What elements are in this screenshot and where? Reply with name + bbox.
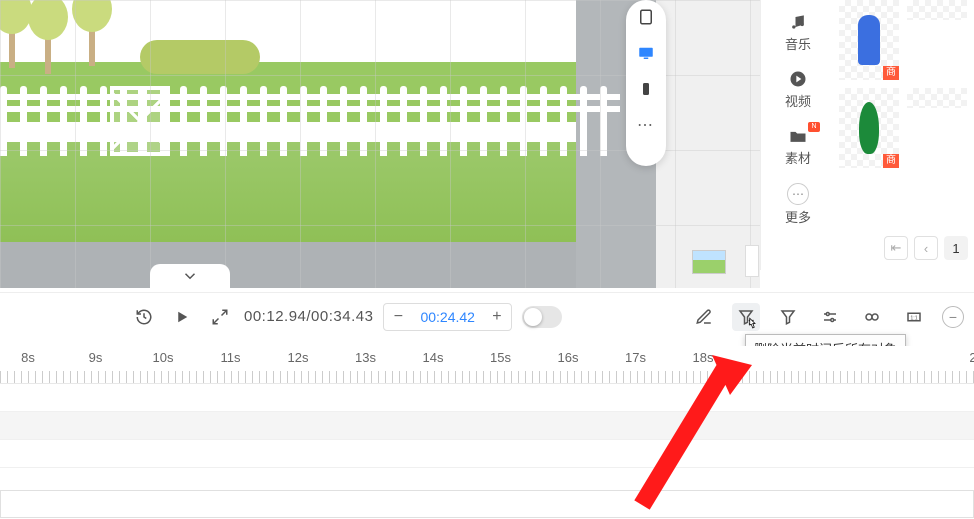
link-button[interactable] [858,303,886,331]
collapse-tab[interactable] [150,264,230,288]
nav-material-label: 素材 [785,148,811,167]
timeline-track[interactable] [0,384,974,412]
timeline-toolbar: 00:12.94/00:34.43 − 00:24.42 + 1:1 − [0,292,974,340]
time-display: 00:12.94/00:34.43 [244,308,373,325]
expand-icon [211,308,229,326]
asset-item[interactable]: 商 [839,88,899,168]
zoom-out-button[interactable]: − [384,303,412,331]
nav-video-label: 视频 [785,91,811,110]
device-desktop[interactable] [635,42,657,64]
ruler-label: 18s [693,350,714,365]
pager: ⇤ ‹ 1 [884,236,968,260]
ruler-label: 2 [969,350,974,365]
nav-video[interactable]: 视频 [768,63,828,116]
edit-icon [695,308,713,326]
timeline-track[interactable] [0,490,974,518]
ruler-label: 8s [21,350,35,365]
ruler-label: 9s [89,350,103,365]
nav-music-label: 音乐 [785,34,811,53]
timeline-ruler[interactable]: 8s 9s 10s 11s 12s 13s 14s 15s 16s 17s 18s 2 [0,346,974,384]
scene-thumbnail[interactable] [692,250,726,274]
play-circle-icon [788,69,808,89]
nav-more-label: 更多 [785,207,811,226]
asset-panel: 音乐 视频 N 素材 ⋯ 更多 商 商 [760,0,974,270]
zoom-value: 00:24.42 [412,309,483,325]
filter-button[interactable] [774,303,802,331]
edit-button[interactable] [690,303,718,331]
chevron-down-icon [181,267,199,285]
filter-icon [779,308,797,326]
folder-icon [788,126,808,146]
device-mobile[interactable] [635,78,657,100]
ruler-label: 11s [221,350,241,365]
ruler-label: 17s [625,350,646,365]
asset-tag: 商 [883,154,899,168]
ratio-button[interactable]: 1:1 [900,303,928,331]
nav-more[interactable]: ⋯ 更多 [768,177,828,232]
play-icon [173,308,191,326]
ratio-icon: 1:1 [905,308,923,326]
settings-button[interactable] [816,303,844,331]
zoom-out-circle[interactable]: − [942,306,964,328]
pager-first[interactable]: ⇤ [884,236,908,260]
timeline-track[interactable] [0,440,974,468]
scene-thumbnail-slot[interactable] [745,245,759,277]
device-tablet[interactable] [635,6,657,28]
ruler-label: 12s [288,350,309,365]
ruler-ticks [0,371,974,383]
nav-material[interactable]: N 素材 [768,120,828,173]
link-icon [863,308,881,326]
ruler-label: 13s [355,350,376,365]
asset-grid: 商 商 [835,0,974,270]
asset-item[interactable] [907,88,967,108]
asset-tag: 商 [883,66,899,80]
timeline-track[interactable] [0,412,974,440]
ruler-label: 10s [153,350,174,365]
history-icon [135,308,153,326]
device-more[interactable]: ⋯ [635,114,657,136]
ruler-label: 15s [490,350,511,365]
play-button[interactable] [168,303,196,331]
ruler-label: 14s [423,350,444,365]
music-icon [788,12,808,32]
zoom-in-button[interactable]: + [483,303,511,331]
panel-nav: 音乐 视频 N 素材 ⋯ 更多 [761,0,835,270]
asset-item[interactable]: 商 [839,0,899,80]
history-button[interactable] [130,303,158,331]
pager-prev[interactable]: ‹ [914,236,938,260]
sliders-icon [821,308,839,326]
nav-music[interactable]: 音乐 [768,6,828,59]
zoom-control: − 00:24.42 + [383,303,512,331]
new-badge: N [808,122,820,132]
pager-current: 1 [944,236,968,260]
more-icon: ⋯ [787,183,809,205]
asset-item[interactable] [907,0,967,20]
filter-remove-icon [737,308,755,326]
ruler-label: 16s [558,350,579,365]
fullscreen-button[interactable] [206,303,234,331]
delete-after-button[interactable] [732,303,760,331]
toggle-switch[interactable] [522,306,562,328]
svg-text:1:1: 1:1 [910,315,917,321]
device-preview-column: ⋯ [626,0,666,166]
